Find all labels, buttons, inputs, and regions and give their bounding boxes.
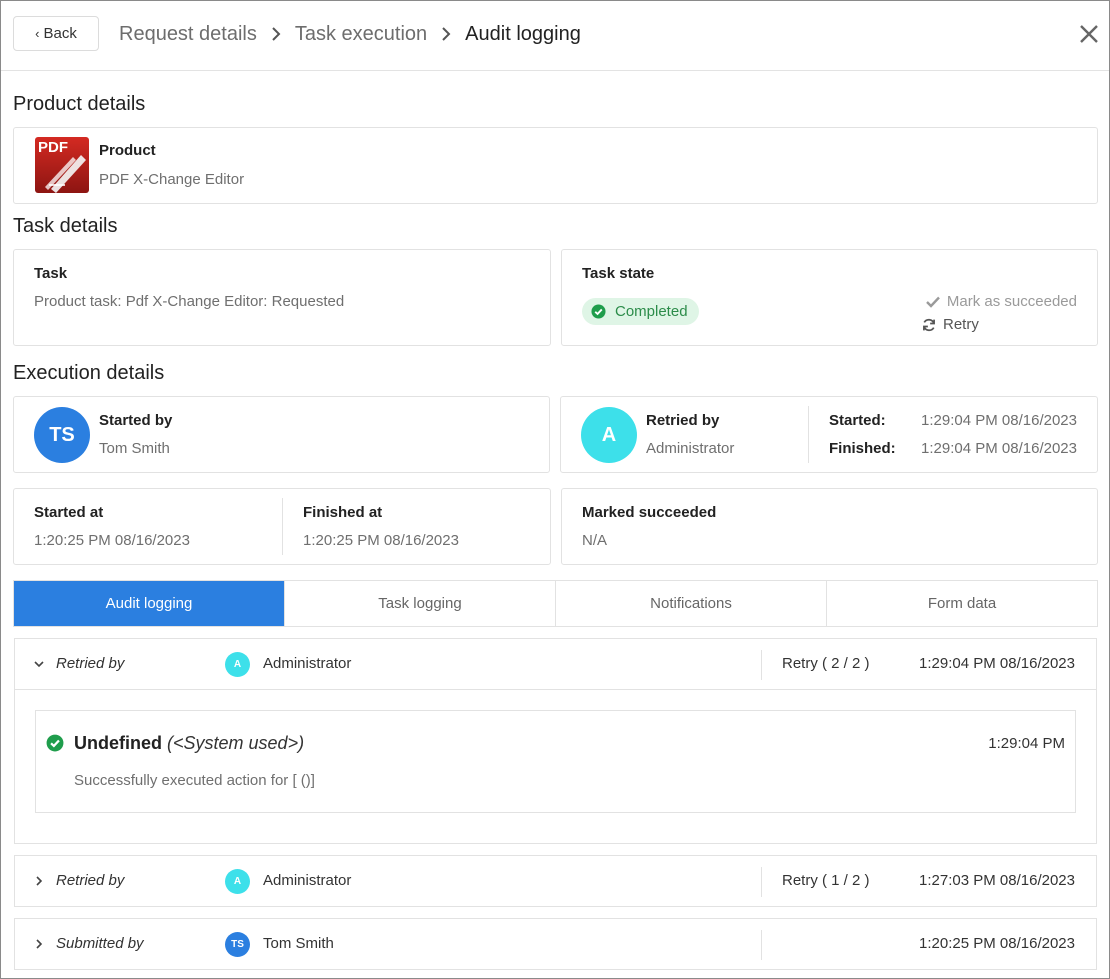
started-by-name: Tom Smith [99,440,170,457]
audit-retry: Retry ( 2 / 2 ) [782,655,870,672]
divider [761,650,762,680]
refresh-icon [923,318,935,331]
avatar: A [225,652,250,677]
tab-form-data[interactable]: Form data [827,581,1097,626]
divider [282,498,283,555]
task-value: Product task: Pdf X-Change Editor: Reque… [34,293,345,310]
tab-task-logging[interactable]: Task logging [285,581,556,626]
task-card: Task Product task: Pdf X-Change Editor: … [13,249,551,346]
audit-timestamp: 1:27:03 PM 08/16/2023 [919,872,1075,889]
retry-label: Retry [943,316,979,333]
mark-as-succeeded-label: Mark as succeeded [946,293,1077,310]
breadcrumb-audit-logging: Audit logging [465,22,581,45]
audit-timestamp: 1:29:04 PM 08/16/2023 [919,655,1075,672]
audit-entry-heading: Undefined (<System used>) [74,733,304,754]
task-state-label: Task state [582,265,655,282]
started-at-label: Started at [34,504,104,521]
avatar: TS [225,932,250,957]
task-details-title: Task details [13,215,118,237]
retried-by-name: Administrator [646,440,735,457]
retried-by-card: A Retried by Administrator Started: 1:29… [560,396,1098,473]
status-badge-label: Completed [615,303,688,320]
task-label: Task [34,265,68,282]
audit-log-row[interactable]: Retried by A Administrator Retry ( 1 / 2… [14,855,1097,907]
started-by-label: Started by [99,412,173,429]
chevron-right-icon[interactable] [32,937,46,951]
finished-at-value: 1:20:25 PM 08/16/2023 [303,532,459,549]
back-button-label: Back [43,25,77,42]
marked-succeeded-label: Marked succeeded [582,504,717,521]
dialog-window: ‹ Back Request details Task execution Au… [0,0,1110,979]
divider [761,867,762,897]
finished-label: Finished: [829,440,896,457]
started-value: 1:29:04 PM 08/16/2023 [921,412,1077,429]
pdf-xchange-logo: PDF [35,137,89,193]
product-name: PDF X-Change Editor [99,171,245,188]
started-label: Started: [829,412,886,429]
product-details-title: Product details [13,93,146,115]
audit-action: Retried by [56,655,125,672]
marked-succeeded-value: N/A [582,532,608,549]
tab-bar: Audit logging Task logging Notifications… [13,580,1098,627]
pdf-logo-text: PDF [38,139,68,156]
finished-value: 1:29:04 PM 08/16/2023 [921,440,1077,457]
retried-by-label: Retried by [646,412,720,429]
audit-log-row-header[interactable]: Retried by A Administrator Retry ( 2 / 2… [15,639,1096,690]
retry-button[interactable]: Retry [922,316,979,333]
tab-notifications[interactable]: Notifications [556,581,827,626]
audit-user: Administrator [263,655,352,672]
check-icon [926,296,940,308]
timing-card: Started at 1:20:25 PM 08/16/2023 Finishe… [13,488,551,565]
tab-audit-logging[interactable]: Audit logging [14,581,285,626]
status-badge: Completed [582,298,699,325]
started-by-card: TS Started by Tom Smith [13,396,550,473]
chevron-left-icon: ‹ [35,26,40,41]
product-card: PDF Product PDF X-Change Editor [13,127,1098,204]
audit-user: Tom Smith [263,935,334,952]
chevron-down-icon[interactable] [32,657,46,671]
chevron-right-icon [267,27,285,41]
divider [808,406,809,463]
audit-timestamp: 1:20:25 PM 08/16/2023 [919,935,1075,952]
breadcrumb: Request details Task execution Audit log… [119,21,581,47]
audit-entry-message: Successfully executed action for [ ()] [74,772,315,789]
audit-entry-subtitle: (<System used>) [167,733,305,753]
product-label: Product [99,142,156,159]
breadcrumb-request-details[interactable]: Request details [119,23,257,46]
finished-at-label: Finished at [303,504,383,521]
avatar: A [581,407,637,463]
started-at-value: 1:20:25 PM 08/16/2023 [34,532,190,549]
audit-retry: Retry ( 1 / 2 ) [782,872,870,889]
execution-details-title: Execution details [13,362,165,384]
back-button[interactable]: ‹ Back [13,16,99,51]
check-circle-icon [591,304,606,319]
marked-succeeded-card: Marked succeeded N/A [561,488,1098,565]
audit-log-row[interactable]: Submitted by TS Tom Smith 1:20:25 PM 08/… [14,918,1097,970]
chevron-right-icon [437,27,455,41]
header-bar: ‹ Back Request details Task execution Au… [1,1,1109,71]
divider [761,930,762,960]
check-circle-icon [46,734,64,752]
audit-action: Submitted by [56,935,144,952]
audit-entry-time: 1:29:04 PM [988,735,1065,752]
avatar: TS [34,407,90,463]
audit-user: Administrator [263,872,352,889]
task-state-card: Task state Completed Mark as succeeded R… [561,249,1098,346]
audit-log-row: Retried by A Administrator Retry ( 2 / 2… [14,638,1097,844]
close-icon[interactable] [1077,22,1101,46]
breadcrumb-task-execution[interactable]: Task execution [295,23,427,46]
chevron-right-icon[interactable] [32,874,46,888]
audit-action: Retried by [56,872,125,889]
mark-as-succeeded-button[interactable]: Mark as succeeded [926,293,1077,310]
audit-entry-title: Undefined [74,733,162,753]
avatar: A [225,869,250,894]
audit-entry-card: Undefined (<System used>) 1:29:04 PM Suc… [35,710,1076,813]
